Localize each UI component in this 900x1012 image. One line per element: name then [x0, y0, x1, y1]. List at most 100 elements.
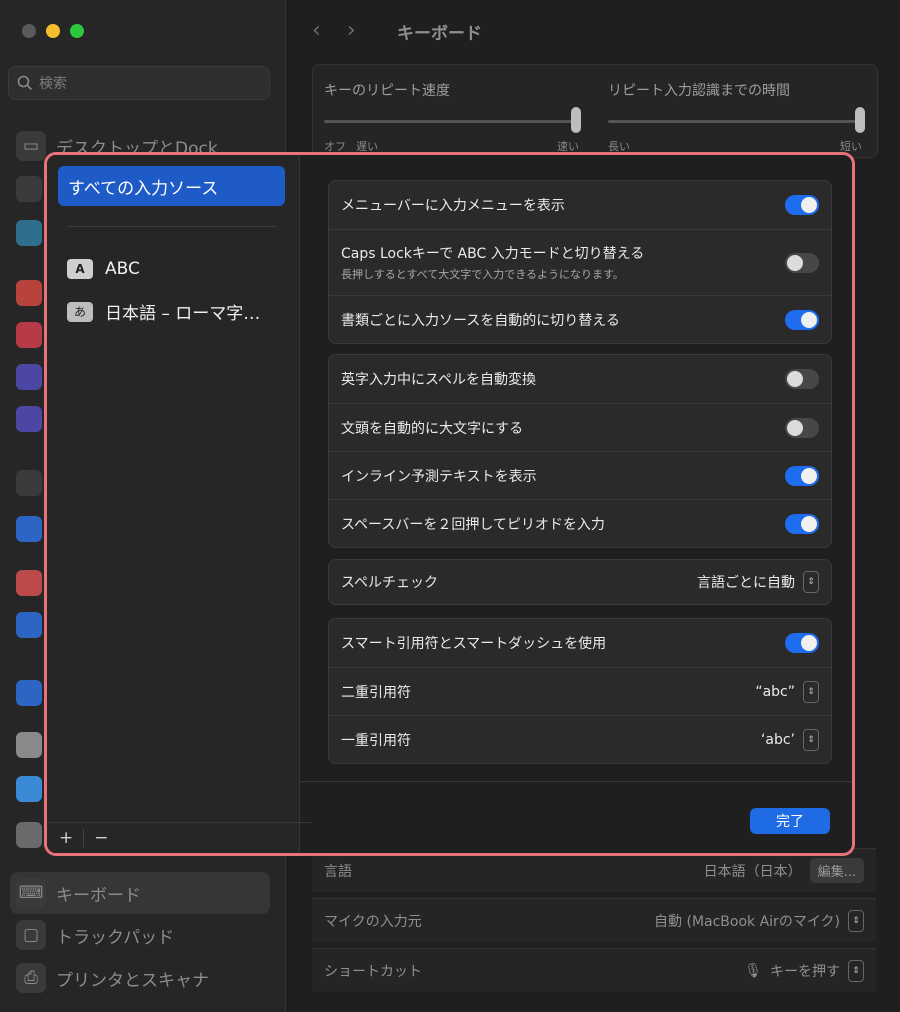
sound-icon	[16, 322, 42, 348]
setting-row-single-quotes: 一重引用符 ‘abc’ ⇕	[329, 715, 831, 763]
setting-label: インライン予測テキストを表示	[341, 468, 537, 485]
all-input-sources-item[interactable]: すべての入力ソース	[58, 166, 285, 206]
shortcut-label: ショートカット	[324, 963, 422, 980]
text-input-group: 英字入力中にスペルを自動変換 文頭を自動的に大文字にする インライン予測テキスト…	[328, 354, 832, 548]
setting-label: 書類ごとに入力ソースを自動的に切り替える	[341, 312, 620, 329]
setting-label: スペルチェック	[341, 575, 439, 591]
sidebar-item-keyboard[interactable]: ⌨ キーボード	[10, 872, 270, 914]
microphone-icon: 🎙	[744, 962, 762, 979]
shortcut-row: ショートカット 🎙 キーを押す ⇕	[312, 948, 876, 992]
single-quotes-value: ‘abc’	[760, 731, 795, 748]
inline-predictive-toggle[interactable]	[785, 465, 819, 486]
input-sources-sheet: すべての入力ソース A ABC あ 日本語 – ローマ字… + − メニューバー…	[44, 152, 855, 856]
single-quotes-select[interactable]: ‘abc’ ⇕	[760, 728, 819, 751]
printer-icon: ⎙	[16, 963, 46, 993]
done-button[interactable]: 完了	[750, 808, 830, 834]
trackpad-icon: ▢	[16, 920, 46, 950]
display-icon	[16, 176, 42, 202]
notifications-icon	[16, 280, 42, 306]
double-quotes-select[interactable]: “abc” ⇕	[755, 680, 819, 703]
settings-window: 検索 ▭ デスクトップとDock ⌨ キーボード ▢ トラックパッド ⎙ プリン…	[0, 0, 900, 1012]
setting-label: メニューバーに入力メニューを表示	[341, 198, 565, 214]
setting-row-capitalize: 文頭を自動的に大文字にする	[329, 403, 831, 451]
edit-language-button[interactable]: 編集...	[809, 858, 864, 883]
forward-icon[interactable]: ›	[347, 18, 356, 43]
search-placeholder: 検索	[39, 76, 67, 92]
setting-label: スマート引用符とスマートダッシュを使用	[341, 636, 607, 652]
setting-label: 英字入力中にスペルを自動変換	[341, 372, 537, 388]
wallet-icon	[16, 822, 42, 848]
spell-check-group: スペルチェック 言語ごとに自動 ⇕	[328, 559, 832, 605]
close-window-button[interactable]	[22, 24, 36, 38]
setting-label: 二重引用符	[341, 684, 411, 701]
key-repeat-card	[312, 64, 878, 158]
chevron-updown-icon: ⇕	[848, 909, 864, 932]
chevron-updown-icon: ⇕	[803, 571, 819, 593]
delay-slider-knob[interactable]	[855, 107, 865, 133]
back-icon[interactable]: ‹	[312, 18, 321, 43]
input-source-list: すべての入力ソース A ABC あ 日本語 – ローマ字… + −	[47, 155, 311, 853]
sidebar-item-label: キーボード	[56, 885, 141, 906]
lock-screen-icon	[16, 470, 42, 496]
abc-badge-icon: A	[67, 259, 93, 279]
autocorrect-toggle[interactable]	[785, 369, 819, 389]
repeat-rate-slider-knob[interactable]	[571, 107, 581, 133]
smart-quotes-toggle[interactable]	[785, 633, 819, 653]
auto-switch-source-toggle[interactable]	[785, 309, 819, 330]
repeat-rate-slider[interactable]	[324, 120, 580, 123]
language-value: 日本語（日本）	[703, 863, 802, 880]
mic-source-select[interactable]: 自動 (MacBook Airのマイク) ⇕	[654, 909, 864, 932]
zoom-window-button[interactable]	[70, 24, 84, 38]
setting-row-double-space-period: スペースバーを２回押してピリオドを入力	[329, 499, 831, 547]
setting-row-auto-switch: 書類ごとに入力ソースを自動的に切り替える	[329, 295, 831, 343]
touch-id-icon	[16, 570, 42, 596]
setting-row-caps-lock: Caps Lockキーで ABC 入力モードと切り替える 長押しするとすべて大文…	[329, 229, 831, 295]
input-menu-group: メニューバーに入力メニューを表示 Caps Lockキーで ABC 入力モードと…	[328, 180, 832, 344]
input-source-japanese[interactable]: あ 日本語 – ローマ字…	[67, 299, 260, 324]
users-icon	[16, 612, 42, 638]
auto-capitalize-toggle[interactable]	[785, 417, 819, 438]
setting-row-inline-predictive: インライン予測テキストを表示	[329, 451, 831, 499]
spell-check-value: 言語ごとに自動	[697, 575, 795, 591]
input-source-abc[interactable]: A ABC	[67, 259, 140, 279]
setting-row-smart-quotes: スマート引用符とスマートダッシュを使用	[329, 619, 831, 667]
show-input-menu-toggle[interactable]	[785, 195, 819, 215]
delay-slider[interactable]	[608, 120, 864, 123]
language-label: 言語	[324, 863, 352, 880]
spell-check-select[interactable]: 言語ごとに自動 ⇕	[697, 571, 819, 593]
control-separator	[83, 829, 85, 847]
remove-source-button[interactable]: −	[94, 828, 108, 848]
list-controls: + −	[47, 822, 311, 853]
mic-source-value: 自動 (MacBook Airのマイク)	[654, 913, 840, 930]
search-field[interactable]: 検索	[8, 66, 270, 100]
minimize-window-button[interactable]	[46, 24, 60, 38]
internet-accounts-icon	[16, 680, 42, 706]
mic-source-row: マイクの入力元 自動 (MacBook Airのマイク) ⇕	[312, 898, 876, 942]
double-space-period-toggle[interactable]	[785, 513, 819, 534]
setting-row-spell-check: スペルチェック 言語ごとに自動 ⇕	[329, 560, 831, 604]
delay-label: リピート入力認識までの時間	[608, 83, 790, 99]
chevron-updown-icon: ⇕	[803, 728, 819, 751]
input-source-label: ABC	[105, 259, 140, 279]
mic-source-label: マイクの入力元	[324, 913, 422, 930]
focus-icon	[16, 364, 42, 390]
window-controls	[22, 24, 84, 38]
sidebar-item-printers[interactable]: ⎙ プリンタとスキャナ	[16, 963, 209, 993]
add-source-button[interactable]: +	[59, 828, 73, 848]
wallpaper-icon	[16, 220, 42, 246]
sidebar-item-label: プリンタとスキャナ	[56, 970, 209, 991]
privacy-icon	[16, 516, 42, 542]
page-title: キーボード	[397, 24, 482, 44]
chevron-updown-icon: ⇕	[803, 680, 819, 703]
navigation: ‹ ›	[312, 18, 356, 43]
caps-lock-switch-toggle[interactable]	[785, 252, 819, 273]
input-source-label: 日本語 – ローマ字…	[105, 304, 261, 324]
icloud-icon	[16, 776, 42, 802]
game-center-icon	[16, 732, 42, 758]
setting-label: 文頭を自動的に大文字にする	[341, 420, 524, 437]
search-icon	[17, 75, 33, 91]
shortcut-value: キーを押す	[770, 963, 840, 980]
shortcut-select[interactable]: 🎙 キーを押す ⇕	[744, 959, 864, 982]
repeat-rate-label: キーのリピート速度	[324, 83, 450, 99]
sidebar-item-trackpad[interactable]: ▢ トラックパッド	[16, 920, 174, 950]
